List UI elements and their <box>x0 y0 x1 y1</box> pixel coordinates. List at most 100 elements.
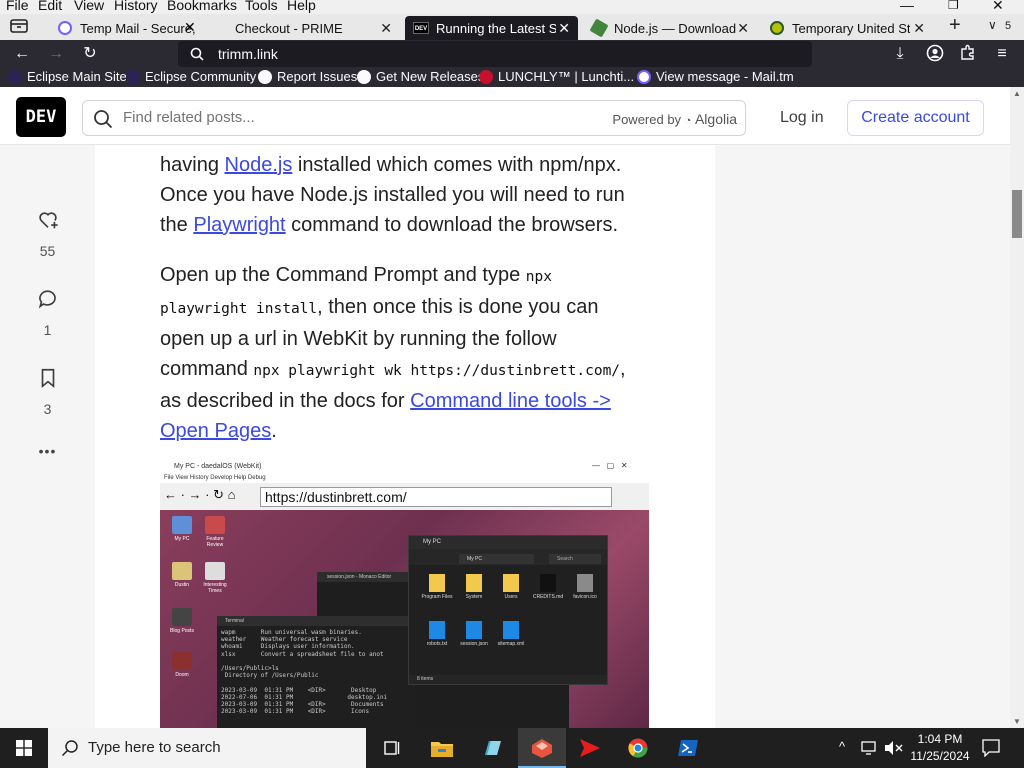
account-icon[interactable] <box>925 44 945 64</box>
tab-checkout[interactable]: Checkout - PRIME ✕ <box>228 16 400 40</box>
taskbar-search[interactable]: Type here to search <box>48 728 366 768</box>
menu-edit[interactable]: Edit <box>38 0 62 12</box>
network-icon[interactable] <box>861 741 879 755</box>
heart-icon[interactable] <box>37 209 59 231</box>
terminal-line: 2023-03-09 01:31 PM <DIR> Documents <box>221 701 384 709</box>
close-tab-icon[interactable]: ✕ <box>184 19 196 36</box>
menu-history[interactable]: History <box>114 0 158 12</box>
reload-icon[interactable]: ↻ <box>80 44 100 64</box>
vscode-file-icon <box>466 621 482 639</box>
tab-nodejs[interactable]: Node.js — Download N ✕ <box>585 16 757 40</box>
powered-by-text: Powered by <box>612 112 682 127</box>
taskbar-clock[interactable]: 1:04 PM 11/25/2024 <box>905 731 975 765</box>
more-options-icon[interactable]: ••• <box>0 443 95 459</box>
desktop-icon-label: Dustin <box>174 582 190 588</box>
menu-bar: File Edit View History Bookmarks Tools H… <box>0 0 1024 14</box>
chrome-like-browser-icon[interactable] <box>614 728 662 768</box>
command-line-tools-link[interactable]: Command line tools -> <box>410 390 611 412</box>
screenshot-nav-icons: ← · → · ↻ ⌂ <box>164 487 236 502</box>
menu-bookmarks[interactable]: Bookmarks <box>167 0 237 12</box>
page-scrollbar[interactable]: ▲ ▼ <box>1010 87 1024 728</box>
url-bar[interactable]: trimm.link <box>178 41 812 67</box>
nodejs-link[interactable]: Node.js <box>225 154 293 176</box>
scroll-up-icon[interactable]: ▲ <box>1013 89 1021 98</box>
start-button[interactable] <box>0 728 48 768</box>
maximize-icon[interactable]: ❐ <box>948 0 959 12</box>
close-tab-icon[interactable]: ✕ <box>737 20 749 37</box>
desktop-icon-label: Doom <box>175 672 189 678</box>
article-screenshot-image[interactable]: My PC - daedalOS (WebKit) — ▢ ✕ File Vie… <box>160 460 649 728</box>
explorer-item-label: robots.txt <box>426 641 448 647</box>
explorer-item-label: Users <box>504 594 518 600</box>
comment-icon[interactable] <box>37 288 59 310</box>
create-account-button[interactable]: Create account <box>847 100 984 136</box>
menu-help[interactable]: Help <box>287 0 316 12</box>
new-tab-icon[interactable]: + <box>949 14 961 37</box>
minimize-icon[interactable]: — <box>900 0 914 12</box>
tab-overview-icon[interactable] <box>10 18 28 34</box>
playwright-link[interactable]: Playwright <box>193 214 285 236</box>
close-tab-icon[interactable]: ✕ <box>558 20 570 37</box>
powershell-icon[interactable] <box>664 728 712 768</box>
bookmark-report-issues[interactable]: Report Issues <box>258 69 357 84</box>
app-menu-icon[interactable]: ≡ <box>992 44 1012 64</box>
login-link[interactable]: Log in <box>766 100 838 136</box>
menu-file[interactable]: File <box>6 0 29 12</box>
notifications-icon[interactable] <box>982 739 1000 757</box>
feature-review-icon <box>205 516 225 534</box>
menu-tools[interactable]: Tools <box>245 0 278 12</box>
file-explorer-icon[interactable] <box>418 728 466 768</box>
dev-logo[interactable]: DEV <box>16 97 66 137</box>
notepad-icon[interactable] <box>468 728 516 768</box>
bookmark-label: Eclipse Community <box>145 69 257 84</box>
tab-label: Temp Mail - Secure, Ins <box>80 20 200 36</box>
tab-label: Node.js — Download N <box>614 20 739 36</box>
dev-icon: DEV <box>413 22 429 34</box>
text: . <box>271 420 277 442</box>
github-icon <box>258 69 272 84</box>
back-icon[interactable]: ← <box>12 44 32 64</box>
extensions-icon[interactable] <box>958 44 978 64</box>
explorer-title: My PC <box>409 536 607 549</box>
open-pages-link[interactable]: Open Pages <box>160 420 271 442</box>
bookmark-mail-tm[interactable]: View message - Mail.tm <box>637 69 794 84</box>
screenshot-terminal-window: Terminal wapm Run universal wasm binarie… <box>217 616 417 728</box>
terminal-line: 2022-07-06 01:31 PM desktop.ini <box>221 693 388 701</box>
folder-icon <box>429 574 445 592</box>
clock-date: 11/25/2024 <box>910 749 970 763</box>
menu-view[interactable]: View <box>74 0 104 12</box>
show-hidden-icons-icon[interactable]: ^ <box>839 739 845 754</box>
blog-posts-icon <box>172 608 192 626</box>
algolia-icon: ◔ <box>684 115 692 127</box>
close-tab-icon[interactable]: ✕ <box>380 20 392 37</box>
text: as described in the docs for <box>160 390 411 412</box>
bookmark-eclipse-main[interactable]: Eclipse Main Site <box>8 69 127 84</box>
scroll-down-icon[interactable]: ▼ <box>1013 717 1021 726</box>
scroll-thumb[interactable] <box>1012 190 1022 238</box>
send-app-icon[interactable] <box>566 728 614 768</box>
search-input[interactable]: Find related posts... Powered by ◔ Algol… <box>82 100 746 136</box>
bookmark-new-releases[interactable]: Get New Releases <box>357 69 484 84</box>
lunchly-icon <box>479 69 493 84</box>
desktop-icon-label: My PC <box>174 536 190 542</box>
bookmark-icon[interactable] <box>37 367 59 389</box>
forward-icon[interactable]: → <box>46 44 66 64</box>
tab-temporary-united[interactable]: Temporary United State ✕ <box>763 16 933 40</box>
explorer-item-label: sitemap.xml <box>497 641 525 647</box>
text: having <box>160 154 225 176</box>
volume-muted-icon[interactable] <box>884 740 904 756</box>
desktop-icon-label: Feature Review <box>206 536 224 548</box>
bookmark-lunchly[interactable]: LUNCHLY™ | Lunchti... <box>479 69 634 84</box>
list-tabs-icon[interactable]: ∨ <box>988 18 997 32</box>
tab-running-latest-safari[interactable]: DEV Running the Latest Safa ✕ <box>405 16 578 40</box>
downloads-icon[interactable]: ⤓ <box>890 44 910 64</box>
text: Once you have Node.js installed you will… <box>160 184 625 206</box>
close-window-icon[interactable]: ✕ <box>992 0 1004 12</box>
task-view-icon[interactable] <box>368 728 416 768</box>
terminal-line: 2023-03-09 01:31 PM <DIR> Icons <box>221 708 370 716</box>
close-tab-icon[interactable]: ✕ <box>913 20 925 37</box>
acrobat-like-app-icon[interactable] <box>518 728 566 768</box>
bookmark-eclipse-community[interactable]: Eclipse Community <box>126 69 256 84</box>
search-icon <box>61 740 78 757</box>
